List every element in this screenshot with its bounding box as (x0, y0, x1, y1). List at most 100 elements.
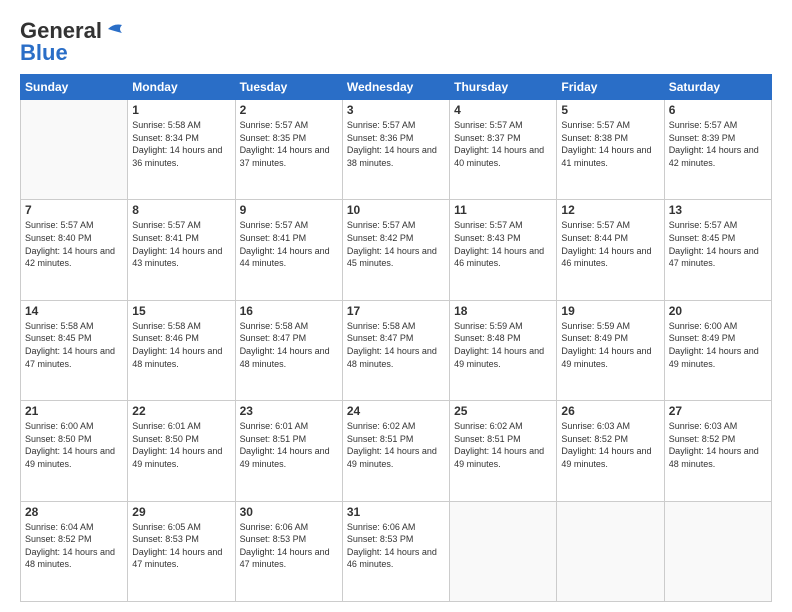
day-number: 13 (669, 203, 767, 217)
calendar-cell: 7 Sunrise: 5:57 AMSunset: 8:40 PMDaylight… (21, 200, 128, 300)
calendar-cell (450, 501, 557, 601)
calendar-cell: 20 Sunrise: 6:00 AMSunset: 8:49 PMDayligh… (664, 300, 771, 400)
cell-info: Sunrise: 5:57 AMSunset: 8:41 PMDaylight:… (240, 219, 338, 269)
calendar-cell: 9 Sunrise: 5:57 AMSunset: 8:41 PMDaylight… (235, 200, 342, 300)
calendar-header-row: SundayMondayTuesdayWednesdayThursdayFrid… (21, 75, 772, 100)
cell-info: Sunrise: 5:57 AMSunset: 8:45 PMDaylight:… (669, 219, 767, 269)
calendar-day-header: Tuesday (235, 75, 342, 100)
calendar-day-header: Monday (128, 75, 235, 100)
day-number: 2 (240, 103, 338, 117)
cell-info: Sunrise: 5:57 AMSunset: 8:41 PMDaylight:… (132, 219, 230, 269)
calendar-cell (21, 100, 128, 200)
calendar-cell: 27 Sunrise: 6:03 AMSunset: 8:52 PMDayligh… (664, 401, 771, 501)
calendar-cell: 5Sunrise: 5:57 AMSunset: 8:38 PMDaylight… (557, 100, 664, 200)
calendar-day-header: Friday (557, 75, 664, 100)
calendar-cell: 18 Sunrise: 5:59 AMSunset: 8:48 PMDayligh… (450, 300, 557, 400)
day-number: 30 (240, 505, 338, 519)
calendar-week-row: 7 Sunrise: 5:57 AMSunset: 8:40 PMDaylight… (21, 200, 772, 300)
cell-info: Sunrise: 5:57 AMSunset: 8:43 PMDaylight:… (454, 219, 552, 269)
calendar-cell (664, 501, 771, 601)
header: General Blue (20, 18, 772, 66)
cell-info: Sunrise: 6:05 AMSunset: 8:53 PMDaylight:… (132, 521, 230, 571)
calendar-week-row: 14Sunrise: 5:58 AMSunset: 8:45 PMDayligh… (21, 300, 772, 400)
cell-info: Sunrise: 6:01 AMSunset: 8:50 PMDaylight:… (132, 420, 230, 470)
cell-info: Sunrise: 5:58 AMSunset: 8:47 PMDaylight:… (240, 320, 338, 370)
cell-info: Sunrise: 5:57 AMSunset: 8:37 PMDaylight:… (454, 119, 552, 169)
calendar-day-header: Saturday (664, 75, 771, 100)
calendar-day-header: Sunday (21, 75, 128, 100)
calendar-day-header: Thursday (450, 75, 557, 100)
day-number: 17 (347, 304, 445, 318)
cell-info: Sunrise: 6:02 AMSunset: 8:51 PMDaylight:… (347, 420, 445, 470)
calendar-cell: 17Sunrise: 5:58 AMSunset: 8:47 PMDayligh… (342, 300, 449, 400)
cell-info: Sunrise: 6:00 AMSunset: 8:49 PMDaylight:… (669, 320, 767, 370)
day-number: 7 (25, 203, 123, 217)
day-number: 10 (347, 203, 445, 217)
cell-info: Sunrise: 5:58 AMSunset: 8:34 PMDaylight:… (132, 119, 230, 169)
calendar-cell: 29 Sunrise: 6:05 AMSunset: 8:53 PMDayligh… (128, 501, 235, 601)
cell-info: Sunrise: 6:03 AMSunset: 8:52 PMDaylight:… (669, 420, 767, 470)
calendar-cell: 31Sunrise: 6:06 AMSunset: 8:53 PMDayligh… (342, 501, 449, 601)
calendar-cell: 28Sunrise: 6:04 AMSunset: 8:52 PMDayligh… (21, 501, 128, 601)
calendar-cell (557, 501, 664, 601)
day-number: 28 (25, 505, 123, 519)
calendar-cell: 3 Sunrise: 5:57 AMSunset: 8:36 PMDaylight… (342, 100, 449, 200)
day-number: 18 (454, 304, 552, 318)
day-number: 15 (132, 304, 230, 318)
day-number: 12 (561, 203, 659, 217)
day-number: 8 (132, 203, 230, 217)
cell-info: Sunrise: 5:57 AMSunset: 8:44 PMDaylight:… (561, 219, 659, 269)
calendar-cell: 21 Sunrise: 6:00 AMSunset: 8:50 PMDayligh… (21, 401, 128, 501)
day-number: 16 (240, 304, 338, 318)
cell-info: Sunrise: 5:57 AMSunset: 8:42 PMDaylight:… (347, 219, 445, 269)
cell-info: Sunrise: 5:57 AMSunset: 8:38 PMDaylight:… (561, 119, 659, 169)
cell-info: Sunrise: 5:58 AMSunset: 8:46 PMDaylight:… (132, 320, 230, 370)
calendar-cell: 1Sunrise: 5:58 AMSunset: 8:34 PMDaylight… (128, 100, 235, 200)
calendar-cell: 8 Sunrise: 5:57 AMSunset: 8:41 PMDaylight… (128, 200, 235, 300)
calendar-cell: 26 Sunrise: 6:03 AMSunset: 8:52 PMDayligh… (557, 401, 664, 501)
calendar-cell: 10 Sunrise: 5:57 AMSunset: 8:42 PMDayligh… (342, 200, 449, 300)
day-number: 20 (669, 304, 767, 318)
day-number: 19 (561, 304, 659, 318)
cell-info: Sunrise: 5:57 AMSunset: 8:35 PMDaylight:… (240, 119, 338, 169)
cell-info: Sunrise: 5:57 AMSunset: 8:36 PMDaylight:… (347, 119, 445, 169)
calendar-cell: 22 Sunrise: 6:01 AMSunset: 8:50 PMDayligh… (128, 401, 235, 501)
calendar-cell: 19Sunrise: 5:59 AMSunset: 8:49 PMDayligh… (557, 300, 664, 400)
calendar-cell: 4Sunrise: 5:57 AMSunset: 8:37 PMDaylight… (450, 100, 557, 200)
cell-info: Sunrise: 5:57 AMSunset: 8:40 PMDaylight:… (25, 219, 123, 269)
cell-info: Sunrise: 6:02 AMSunset: 8:51 PMDaylight:… (454, 420, 552, 470)
calendar-cell: 12 Sunrise: 5:57 AMSunset: 8:44 PMDayligh… (557, 200, 664, 300)
logo-blue: Blue (20, 40, 68, 66)
cell-info: Sunrise: 5:58 AMSunset: 8:45 PMDaylight:… (25, 320, 123, 370)
day-number: 22 (132, 404, 230, 418)
calendar-cell: 11 Sunrise: 5:57 AMSunset: 8:43 PMDayligh… (450, 200, 557, 300)
page: General Blue SundayMondayTuesdayWednesda… (0, 0, 792, 612)
cell-info: Sunrise: 6:01 AMSunset: 8:51 PMDaylight:… (240, 420, 338, 470)
logo-bird-icon (104, 21, 126, 37)
cell-info: Sunrise: 5:59 AMSunset: 8:48 PMDaylight:… (454, 320, 552, 370)
day-number: 11 (454, 203, 552, 217)
calendar-cell: 16 Sunrise: 5:58 AMSunset: 8:47 PMDayligh… (235, 300, 342, 400)
calendar-cell: 2 Sunrise: 5:57 AMSunset: 8:35 PMDaylight… (235, 100, 342, 200)
calendar-cell: 6Sunrise: 5:57 AMSunset: 8:39 PMDaylight… (664, 100, 771, 200)
day-number: 6 (669, 103, 767, 117)
cell-info: Sunrise: 6:03 AMSunset: 8:52 PMDaylight:… (561, 420, 659, 470)
day-number: 27 (669, 404, 767, 418)
day-number: 21 (25, 404, 123, 418)
calendar-cell: 30 Sunrise: 6:06 AMSunset: 8:53 PMDayligh… (235, 501, 342, 601)
day-number: 23 (240, 404, 338, 418)
logo: General Blue (20, 18, 126, 66)
cell-info: Sunrise: 6:00 AMSunset: 8:50 PMDaylight:… (25, 420, 123, 470)
day-number: 26 (561, 404, 659, 418)
calendar-cell: 15 Sunrise: 5:58 AMSunset: 8:46 PMDayligh… (128, 300, 235, 400)
day-number: 9 (240, 203, 338, 217)
cell-info: Sunrise: 6:06 AMSunset: 8:53 PMDaylight:… (347, 521, 445, 571)
calendar-cell: 24 Sunrise: 6:02 AMSunset: 8:51 PMDayligh… (342, 401, 449, 501)
calendar-cell: 23 Sunrise: 6:01 AMSunset: 8:51 PMDayligh… (235, 401, 342, 501)
day-number: 29 (132, 505, 230, 519)
calendar-cell: 14Sunrise: 5:58 AMSunset: 8:45 PMDayligh… (21, 300, 128, 400)
cell-info: Sunrise: 6:06 AMSunset: 8:53 PMDaylight:… (240, 521, 338, 571)
day-number: 24 (347, 404, 445, 418)
day-number: 3 (347, 103, 445, 117)
calendar-week-row: 28Sunrise: 6:04 AMSunset: 8:52 PMDayligh… (21, 501, 772, 601)
